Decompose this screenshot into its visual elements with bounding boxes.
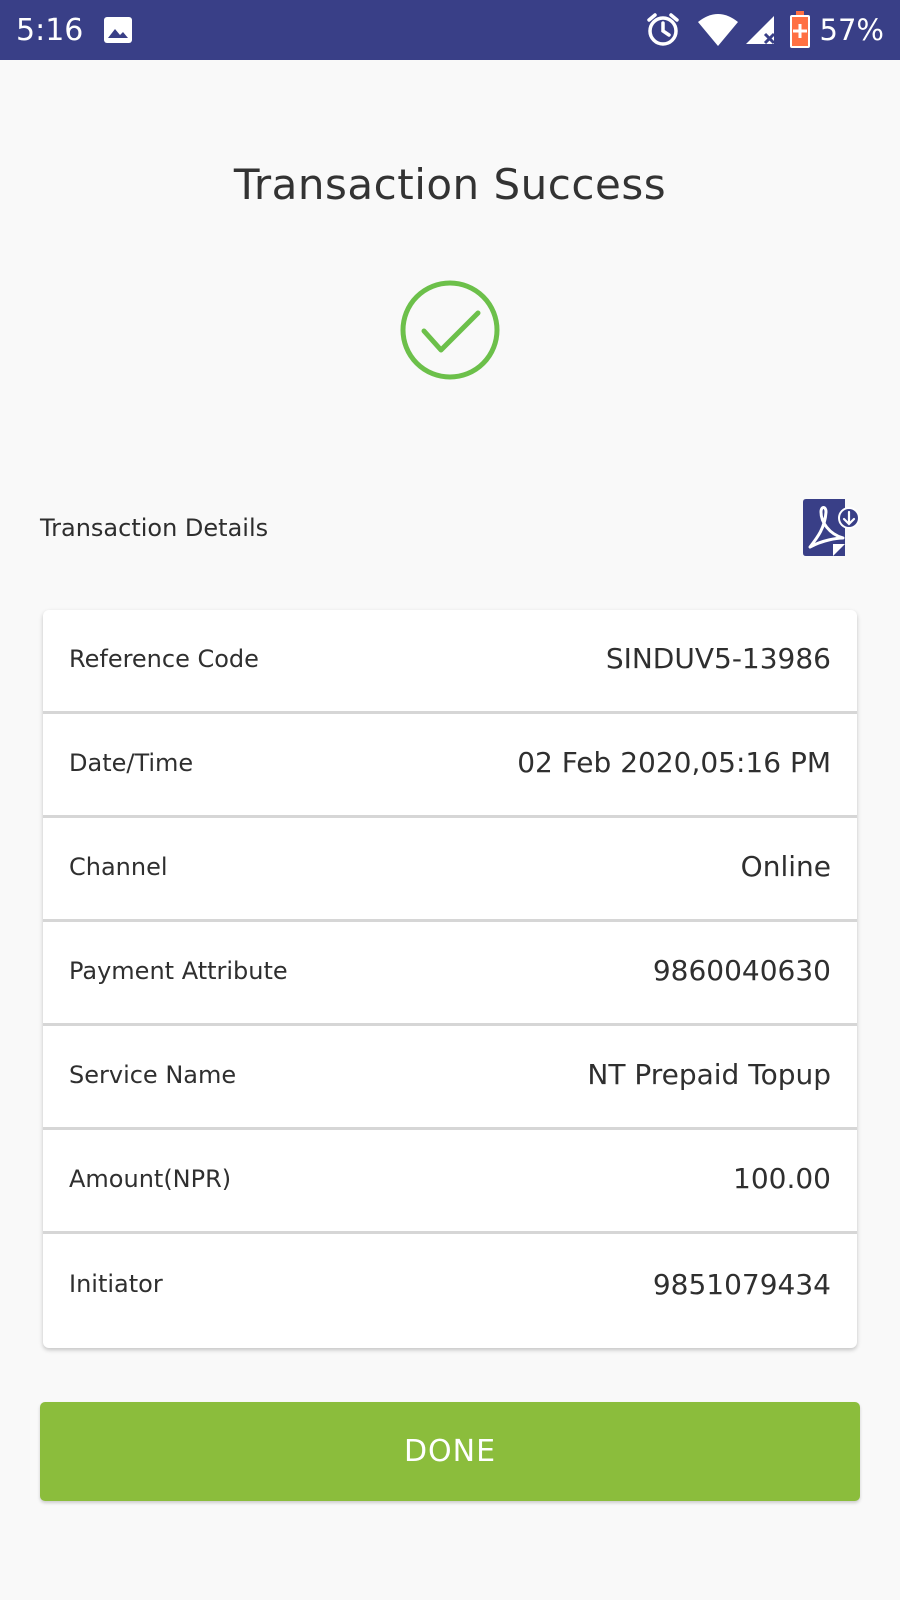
detail-label: Date/Time: [69, 748, 194, 777]
detail-label: Service Name: [69, 1060, 237, 1089]
detail-value: 100.00: [733, 1162, 831, 1195]
detail-value: 9851079434: [652, 1267, 831, 1301]
done-button[interactable]: DONE: [40, 1402, 860, 1501]
pdf-download-icon: [803, 499, 860, 556]
transaction-details-card: Reference Code SINDUV5-13986 Date/Time 0…: [43, 610, 857, 1348]
detail-row-date-time: Date/Time 02 Feb 2020,05:16 PM: [43, 714, 857, 818]
detail-value: 9860040630: [652, 954, 831, 987]
cell-signal-icon: [744, 12, 778, 48]
transaction-details-label: Transaction Details: [40, 514, 269, 542]
check-circle-icon: [399, 279, 501, 381]
detail-row-service-name: Service Name NT Prepaid Topup: [43, 1026, 857, 1130]
status-bar: 5:16 57%: [0, 0, 900, 60]
detail-value: SINDUV5-13986: [605, 642, 831, 675]
detail-value: NT Prepaid Topup: [587, 1058, 831, 1091]
detail-label: Amount(NPR): [69, 1164, 232, 1193]
detail-label: Initiator: [69, 1270, 163, 1298]
detail-row-amount: Amount(NPR) 100.00: [43, 1130, 857, 1234]
pdf-download-button[interactable]: [799, 498, 861, 560]
battery-icon: [788, 10, 812, 50]
detail-row-payment-attribute: Payment Attribute 9860040630: [43, 922, 857, 1026]
detail-label: Reference Code: [69, 644, 259, 673]
image-icon: [102, 14, 134, 46]
page-title: Transaction Success: [233, 160, 667, 209]
detail-label: Payment Attribute: [69, 956, 288, 985]
detail-row-reference-code: Reference Code SINDUV5-13986: [43, 610, 857, 714]
detail-row-initiator: Initiator 9851079434: [43, 1234, 857, 1338]
detail-value: 02 Feb 2020,05:16 PM: [517, 746, 831, 779]
status-icons: 57%: [644, 0, 884, 60]
detail-row-channel: Channel Online: [43, 818, 857, 922]
battery-percent: 57%: [819, 13, 884, 47]
detail-value: Online: [740, 850, 831, 883]
status-time: 5:16: [16, 13, 84, 48]
detail-label: Channel: [69, 852, 168, 881]
alarm-icon: [644, 11, 682, 49]
wifi-icon: [696, 12, 740, 48]
